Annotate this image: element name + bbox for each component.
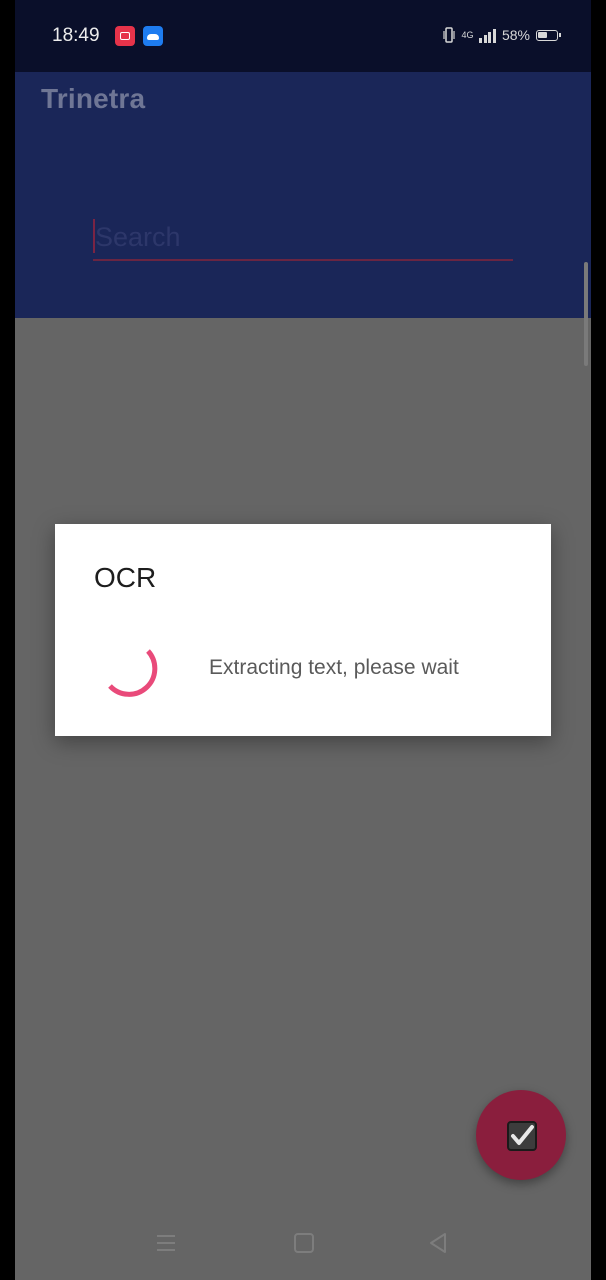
screen-record-icon [115, 26, 135, 46]
check-icon [507, 1121, 537, 1151]
app-bar: Trinetra Search [15, 55, 591, 318]
menu-icon[interactable] [155, 1232, 177, 1254]
search-input[interactable]: Search [93, 215, 513, 261]
back-icon[interactable] [427, 1232, 449, 1254]
dialog-title: OCR [94, 562, 157, 593]
app-title: Trinetra [41, 83, 146, 114]
confirm-fab-button[interactable] [476, 1090, 566, 1180]
dialog-message: Extracting text, please wait [209, 656, 459, 679]
navigation-bar [15, 1200, 591, 1280]
text-caret [93, 219, 95, 253]
search-placeholder: Search [95, 222, 181, 252]
progress-spinner-icon [108, 649, 158, 697]
cloud-app-icon [143, 26, 163, 46]
ocr-progress-dialog: OCR Extracting text, please wait [55, 524, 551, 736]
vibrate-icon [443, 27, 456, 43]
status-time: 18:49 [52, 25, 100, 46]
signal-icon [479, 27, 496, 43]
network-type-label: 4G [461, 30, 474, 40]
phone-screen: Trinetra Search OCR Extracting text, ple… [15, 0, 591, 1280]
scrollbar[interactable] [584, 262, 588, 366]
status-indicators: 4G 58% [443, 27, 561, 43]
battery-percent: 58% [501, 27, 530, 43]
status-bar: 18:49 4G 58% [15, 0, 591, 72]
battery-icon [536, 29, 561, 41]
home-icon[interactable] [293, 1232, 315, 1254]
